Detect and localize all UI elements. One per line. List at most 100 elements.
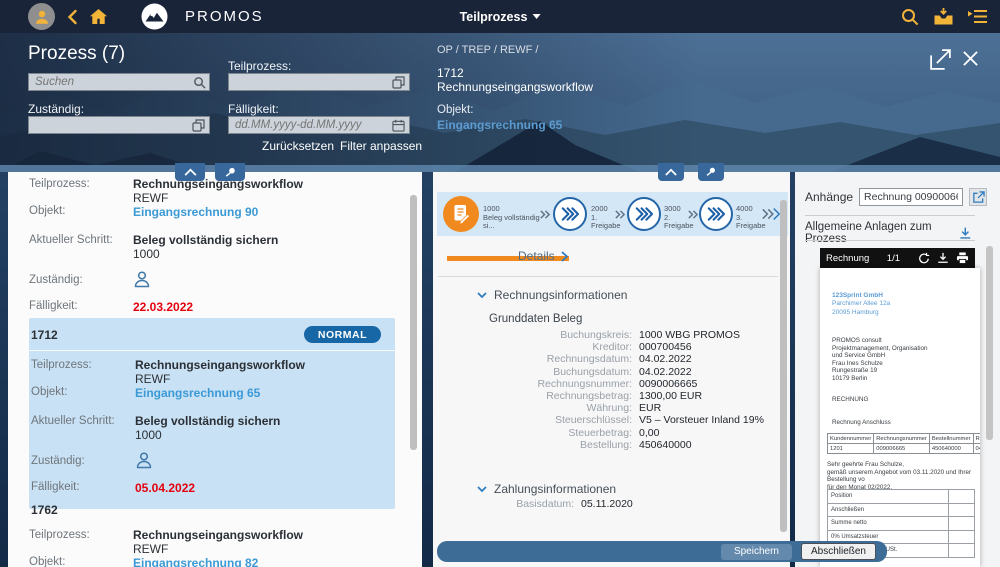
list-item-selected[interactable]: 1712 NORMAL Teilprozess: Rechnungseingan…: [29, 318, 395, 509]
attachments-panel: Anhänge Allgemeine Anlagen zum Prozess R…: [795, 172, 1000, 567]
finish-button[interactable]: Abschließen: [801, 543, 876, 560]
section-rechnungsinformationen[interactable]: Rechnungsinformationen: [477, 288, 627, 302]
collapse-left-button[interactable]: [175, 163, 205, 181]
item-objekt-link[interactable]: Eingangsrechnung 90: [133, 205, 258, 219]
log-list-icon[interactable]: [967, 8, 988, 25]
field-label: Teilprozess:: [29, 529, 133, 541]
inbox-icon[interactable]: [933, 7, 954, 26]
brand-text: PROMOS: [185, 8, 264, 25]
field-label: Währung:: [433, 402, 639, 414]
assignee-person-icon[interactable]: [133, 270, 151, 289]
download-icon[interactable]: [937, 252, 949, 264]
download-icon[interactable]: [959, 226, 972, 240]
pdf-subject: Rechnung Anschluss: [832, 419, 891, 427]
print-icon[interactable]: [956, 252, 969, 264]
attachment-select[interactable]: [859, 188, 963, 206]
item-objekt-link[interactable]: Eingangsrechnung 82: [133, 556, 258, 567]
pin-icon: [224, 166, 237, 179]
faelligkeit-filter-input[interactable]: [228, 116, 410, 134]
list-item[interactable]: 1762 Teilprozess: Rechnungseingangsworkf…: [29, 498, 395, 567]
field-value: V5 – Vorsteuer Inland 19%: [639, 414, 764, 426]
pin-left-button[interactable]: [215, 163, 245, 181]
priority-badge: NORMAL: [304, 326, 381, 343]
promos-logo-icon[interactable]: [141, 3, 168, 30]
zustaendig-picker-icon[interactable]: [191, 118, 205, 132]
chevron-down-icon: [477, 486, 487, 493]
collapse-mid-button[interactable]: [658, 163, 684, 181]
field-label: Rechnungsdatum:: [433, 353, 639, 365]
workflow-step-label: 1000 Beleg vollständig si...: [483, 205, 545, 231]
field-label: Objekt:: [29, 205, 133, 217]
open-attachment-button[interactable]: [969, 188, 987, 206]
context-objekt-link[interactable]: Eingangsrechnung 65: [437, 118, 562, 132]
workflow-step[interactable]: [699, 197, 733, 231]
chevron-down-icon: [477, 292, 487, 299]
item-workflow-code: REWF: [133, 192, 303, 206]
detail-panel-scrollbar[interactable]: [780, 200, 787, 532]
calendar-icon[interactable]: [391, 118, 405, 132]
item-objekt-link[interactable]: Eingangsrechnung 65: [135, 386, 260, 400]
top-bar-left: PROMOS: [0, 3, 264, 30]
left-panel-scrollbar[interactable]: [410, 195, 417, 450]
back-chevron-icon[interactable]: [66, 9, 78, 25]
assignee-person-icon[interactable]: [135, 451, 153, 470]
filter-header: Prozess (7) Teilprozess: Zuständig: Fäll…: [0, 33, 1000, 172]
pdf-preview-page[interactable]: 123Sprint GmbH Parchimer Allee 12a 20095…: [820, 268, 980, 567]
search-icon[interactable]: [900, 7, 920, 27]
field-label: Buchungskreis:: [433, 329, 639, 341]
rotate-icon[interactable]: [918, 252, 930, 264]
pdf-viewer-toolbar: Rechnung 1/1: [820, 248, 975, 268]
field-label: Teilprozess:: [29, 178, 133, 190]
faelligkeit-filter-label: Fälligkeit:: [228, 102, 279, 116]
breadcrumb[interactable]: OP / TREP / REWF /: [437, 44, 538, 56]
field-label: Objekt:: [31, 386, 135, 398]
pin-icon: [705, 166, 717, 178]
section-zahlungsinformationen[interactable]: Zahlungsinformationen: [477, 482, 616, 496]
field-value: 05.11.2020: [581, 498, 633, 510]
right-panel-scrollbar[interactable]: [986, 246, 993, 440]
reset-filter-link[interactable]: Zurücksetzen: [262, 139, 334, 153]
item-id: 1762: [29, 498, 395, 529]
field-label: Fälligkeit:: [31, 481, 135, 493]
triple-chevron-icon: [707, 206, 725, 222]
pin-mid-button[interactable]: [698, 163, 724, 181]
triple-chevron-icon: [561, 206, 579, 222]
app-window: PROMOS Teilprozess: [0, 0, 1000, 567]
zustaendig-filter-label: Zuständig:: [28, 102, 84, 116]
expand-icon[interactable]: [928, 47, 953, 72]
pdf-recipient-address: PROMOS consult Projektmanagement, Organi…: [832, 337, 928, 383]
details-link[interactable]: Details: [518, 249, 568, 263]
field-value: 1300,00 EUR: [639, 390, 702, 402]
context-switcher[interactable]: Teilprozess: [460, 10, 541, 24]
save-button[interactable]: Speichern: [721, 544, 792, 560]
field-label: Teilprozess:: [31, 359, 135, 371]
home-icon[interactable]: [89, 8, 108, 25]
chevron-up-icon: [184, 168, 197, 176]
teilprozess-filter-label: Teilprozess:: [228, 59, 291, 73]
action-bar: Speichern Abschließen: [437, 541, 887, 562]
pdf-sender-address: 123Sprint GmbH Parchimer Allee 12a 20095…: [832, 292, 890, 317]
user-avatar[interactable]: [28, 3, 55, 30]
list-item[interactable]: Teilprozess: Rechnungseingangsworkflow R…: [29, 176, 395, 314]
pdf-header-table: Kundennummer Rechnungsnummer Bestellnumm…: [827, 433, 980, 454]
field-label: Rechnungsbetrag:: [433, 390, 639, 402]
workflow-step[interactable]: [553, 197, 587, 231]
item-step-nr: 1000: [135, 429, 280, 443]
field-label: Aktueller Schritt:: [29, 234, 133, 246]
close-icon[interactable]: [962, 50, 979, 67]
workflow-step[interactable]: [627, 197, 661, 231]
field-label: Fälligkeit:: [29, 300, 133, 312]
chevrons-right-icon: [687, 209, 698, 220]
adjust-filter-link[interactable]: Filter anpassen: [340, 139, 422, 153]
item-workflow: Rechnungseingangsworkflow: [135, 359, 305, 373]
zustaendig-filter-input[interactable]: [28, 116, 210, 134]
teilprozess-filter-input[interactable]: [228, 73, 410, 91]
group-title: Grunddaten Beleg: [489, 313, 582, 325]
workflow-step-active[interactable]: [443, 196, 479, 232]
search-field-icon[interactable]: [192, 75, 206, 89]
caret-down-icon: [532, 14, 540, 19]
item-workflow: Rechnungseingangsworkflow: [133, 529, 303, 543]
teilprozess-picker-icon[interactable]: [391, 75, 405, 89]
field-label: Rechnungsnummer:: [433, 378, 639, 390]
search-input[interactable]: [28, 73, 210, 91]
